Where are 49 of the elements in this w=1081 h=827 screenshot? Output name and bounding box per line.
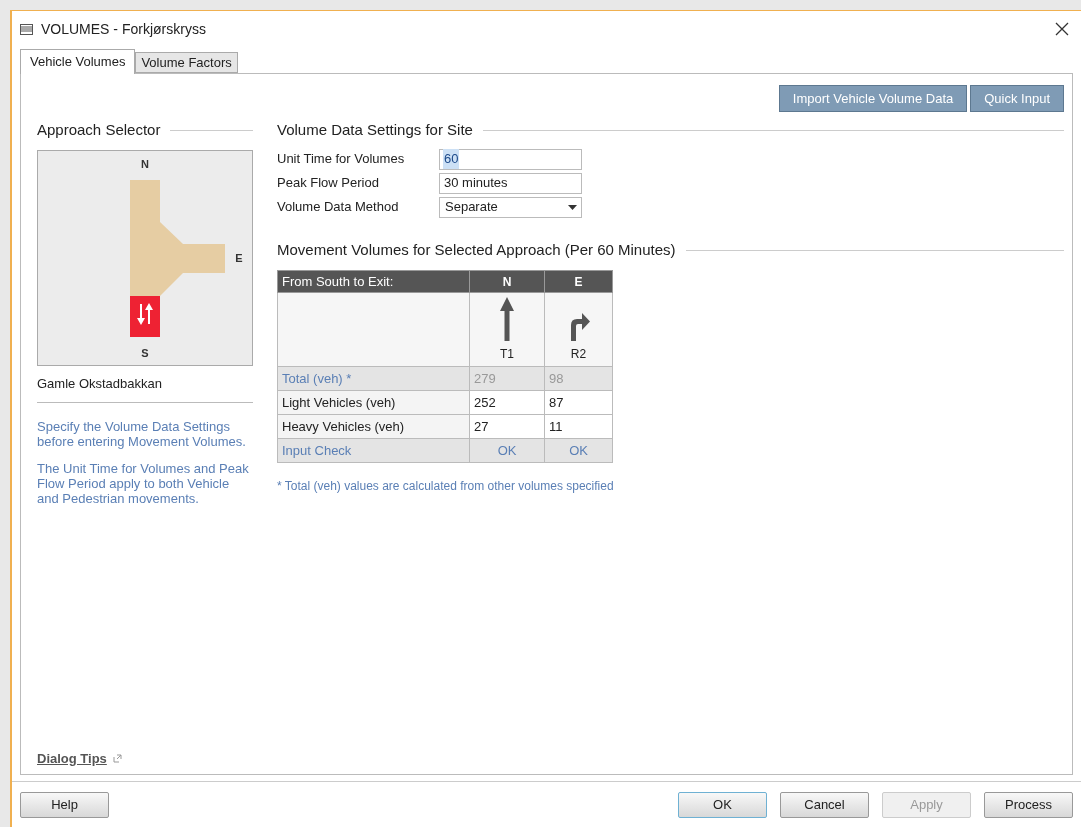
dropdown[interactable]: Separate — [439, 196, 582, 218]
volume-input[interactable]: 87 — [544, 390, 613, 415]
external-link-icon — [112, 753, 122, 763]
field-label: Unit Time for Volumes — [277, 150, 406, 169]
volume-input[interactable]: 27 — [469, 414, 545, 439]
table-header: E — [544, 270, 613, 293]
row-label: Total (veh) * — [277, 366, 470, 391]
row-label: Input Check — [277, 438, 470, 463]
caret-icon — [568, 204, 577, 210]
volume-input[interactable]: 11 — [544, 414, 613, 439]
input-field[interactable]: 60 — [439, 148, 582, 170]
straight-arrow-icon — [500, 297, 514, 341]
compass-label: E — [235, 252, 243, 264]
table-header: From South to Exit: — [277, 270, 470, 293]
dialog-button[interactable]: Process — [984, 792, 1073, 818]
two-way-arrows-icon — [137, 303, 153, 325]
road-leg[interactable] — [130, 296, 160, 337]
row-label: Heavy Vehicles (veh) — [277, 414, 470, 439]
help-text: Specify the Volume Data Settings before entering Movement Volumes. — [37, 418, 247, 449]
window-title: VOLUMES - Forkjørskryss — [41, 19, 207, 39]
field-label: Peak Flow Period — [277, 174, 380, 193]
dialog-button[interactable]: OK — [678, 792, 767, 818]
table-cell: 279 — [469, 366, 545, 391]
volume-input[interactable]: 252 — [469, 390, 545, 415]
approach-name: Gamle Okstadbakkan — [37, 375, 163, 393]
close-icon[interactable] — [1055, 22, 1069, 36]
help-text: The Unit Time for Volumes and Peak Flow Period apply to both Vehicle and Pedestrian movements. — [37, 460, 250, 506]
section-title: Movement Volumes for Selected Approach (Per 60 Minutes) — [277, 239, 676, 260]
window-icon — [20, 23, 33, 35]
section-title: Approach Selector — [37, 119, 161, 140]
intersection-drawing[interactable]: N E S — [38, 151, 252, 365]
table-cell: OK — [469, 438, 545, 463]
compass-label: S — [141, 347, 149, 359]
table-cell: 98 — [544, 366, 613, 391]
dialog-button[interactable]: Cancel — [780, 792, 869, 818]
table-cell: OK — [544, 438, 613, 463]
movement-code: T1 — [500, 346, 515, 363]
movement-code: R2 — [570, 346, 587, 363]
table-header: N — [469, 270, 545, 293]
tab[interactable]: Vehicle Volumes — [20, 49, 136, 74]
footnote: * Total (veh) values are calculated from other volumes specified — [277, 478, 615, 495]
section-title: Volume Data Settings for Site — [277, 119, 473, 140]
compass-label: N — [141, 158, 149, 170]
dialog-tips-link[interactable]: Dialog Tips — [37, 748, 107, 768]
field-label: Volume Data Method — [277, 198, 400, 217]
row-label: Light Vehicles (veh) — [277, 390, 470, 415]
input-field[interactable]: 30 minutes — [439, 172, 582, 194]
tab[interactable]: Volume Factors — [135, 52, 238, 73]
dialog-button[interactable]: Help — [20, 792, 109, 818]
